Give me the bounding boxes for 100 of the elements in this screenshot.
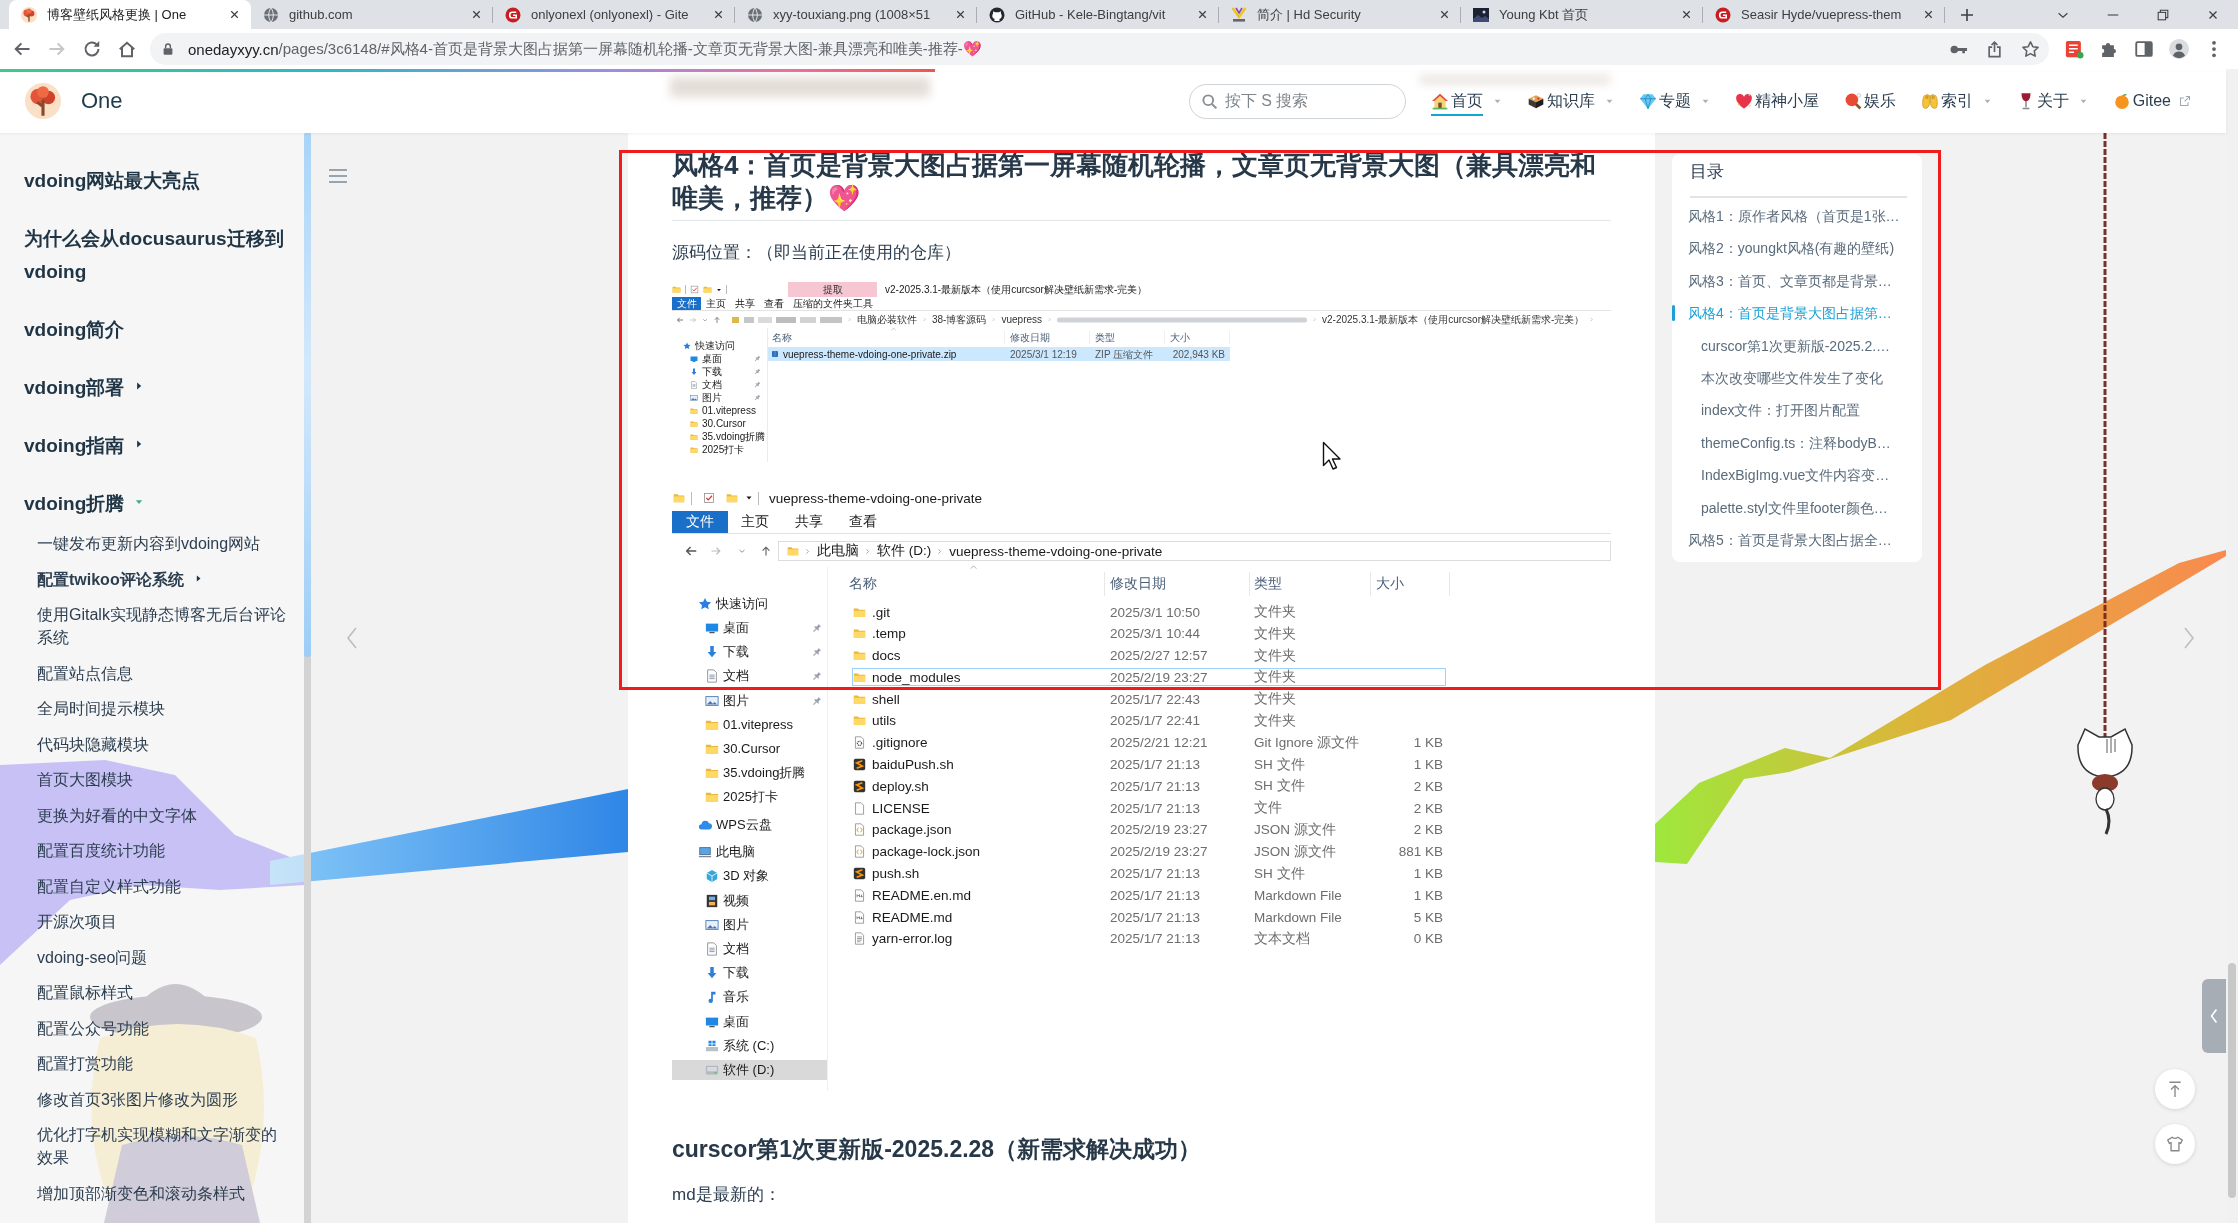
ribbon-tab[interactable]: 压缩的文件夹工具 bbox=[788, 297, 877, 310]
sidebar-link[interactable]: 优化打字机实现模糊和文字渐变的效果 bbox=[37, 1117, 287, 1176]
sidebar-link[interactable]: vdoing指南 bbox=[24, 416, 300, 474]
sidebar-link[interactable]: 开源次项目 bbox=[37, 904, 287, 940]
file-row[interactable]: push.sh 2025/1/7 21:13 SH 文件 1 KB bbox=[852, 864, 1446, 883]
close-icon[interactable] bbox=[1680, 8, 1693, 21]
nav-item[interactable]: 系统 (C:) bbox=[672, 1035, 827, 1056]
sidebar-link[interactable]: vdoing-seo问题 bbox=[37, 939, 287, 975]
browser-tab[interactable]: onlyonexl (onlyonexl) - Gite bbox=[493, 0, 735, 29]
browser-tab[interactable]: github.com bbox=[251, 0, 493, 29]
nav-link[interactable]: 知识库 bbox=[1526, 86, 1614, 116]
sidebar-link[interactable]: 代码块隐藏模块 bbox=[37, 726, 287, 762]
profile-icon[interactable] bbox=[2169, 39, 2189, 59]
bookmark-star-icon[interactable] bbox=[2021, 39, 2040, 59]
file-row[interactable]: README.md 2025/1/7 21:13 Markdown File 5 KB bbox=[852, 908, 1446, 927]
nav-item[interactable]: 35.vdoing折腾 bbox=[672, 430, 767, 443]
plus-icon[interactable] bbox=[1959, 7, 1975, 23]
file-row[interactable]: .temp 2025/3/1 10:44 文件夹 bbox=[852, 624, 1446, 643]
ribbon-tab[interactable]: 主页 bbox=[701, 297, 730, 310]
toc-link[interactable]: 风格5：首页是背景大图占据全… bbox=[1672, 524, 1907, 557]
toc-link[interactable]: 风格1：原作者风格（首页是1张… bbox=[1672, 200, 1907, 233]
context-tab[interactable]: 提取 bbox=[788, 282, 877, 297]
column-header[interactable]: 类型 bbox=[1254, 575, 1282, 593]
nav-item[interactable]: 30.Cursor bbox=[672, 417, 767, 430]
ribbon-tab[interactable]: 查看 bbox=[759, 297, 788, 310]
nav-item[interactable]: 桌面 bbox=[672, 618, 827, 638]
breadcrumb[interactable]: vuepress-theme-vdoing-one-private bbox=[949, 543, 1163, 559]
sidebar-link[interactable]: 配置自定义样式功能 bbox=[37, 868, 287, 904]
toc-link[interactable]: 风格2：youngkt风格(有趣的壁纸) bbox=[1672, 232, 1907, 265]
toc-link[interactable]: IndexBigImg.vue文件内容变… bbox=[1672, 459, 1907, 492]
nav-item[interactable]: 快速访问 bbox=[672, 339, 767, 352]
browser-tab[interactable]: 博客壁纸风格更换 | One bbox=[9, 0, 251, 29]
breadcrumb[interactable]: 38-博客源码 bbox=[932, 313, 987, 326]
sidebar-link[interactable]: 配置站点信息 bbox=[37, 655, 287, 691]
file-row[interactable]: .gitignore 2025/2/21 12:21 Git Ignore 源文件 1 KB bbox=[852, 733, 1446, 752]
path-field[interactable]: 此电脑 软件 (D:) vuepress-theme-vdoing-one-private bbox=[778, 541, 1611, 561]
nav-item[interactable]: 图片 bbox=[672, 914, 827, 935]
nav-item[interactable]: 文档 bbox=[672, 939, 827, 960]
nav-item[interactable]: 视频 bbox=[672, 890, 827, 911]
panel-toggle-button[interactable] bbox=[2202, 979, 2226, 1053]
ribbon-tab[interactable]: 查看 bbox=[836, 511, 890, 533]
sidebar-link[interactable]: 使用Gitalk实现静态博客无后台评论系统 bbox=[37, 597, 287, 656]
scrollbar-thumb[interactable] bbox=[304, 133, 311, 657]
nav-item[interactable]: 2025打卡 bbox=[672, 443, 767, 456]
back-arrow-icon[interactable] bbox=[684, 544, 698, 558]
nav-link[interactable]: 精神小屋 bbox=[1734, 86, 1819, 116]
home-icon[interactable] bbox=[117, 39, 137, 59]
column-header[interactable]: 名称 bbox=[849, 575, 877, 593]
file-row[interactable]: package-lock.json 2025/2/19 23:27 JSON 源文件 881 KB bbox=[852, 842, 1446, 861]
breadcrumb[interactable]: v2-2025.3.1-最新版本（使用curcsor解决壁纸新需求-完美） bbox=[1322, 313, 1585, 326]
ribbon-tab[interactable]: 文件 bbox=[672, 511, 728, 533]
note-extension-icon[interactable] bbox=[2064, 39, 2084, 59]
file-row[interactable]: node_modules 2025/2/19 23:27 文件夹 bbox=[852, 668, 1446, 687]
ribbon-tab[interactable]: 文件 bbox=[672, 297, 701, 310]
close-icon[interactable] bbox=[1438, 8, 1451, 21]
file-row[interactable]: package.json 2025/2/19 23:27 JSON 源文件 2 KB bbox=[852, 820, 1446, 839]
nav-item[interactable]: 01.vitepress bbox=[672, 404, 767, 417]
nav-item[interactable]: 桌面 bbox=[672, 352, 767, 365]
share-icon[interactable] bbox=[1985, 39, 2004, 59]
breadcrumb[interactable]: 软件 (D:) bbox=[877, 542, 932, 560]
back-arrow-icon[interactable] bbox=[676, 315, 684, 324]
toc-link[interactable]: index文件：打开图片配置 bbox=[1672, 394, 1907, 427]
file-row[interactable]: yarn-error.log 2025/1/7 21:13 文本文档 0 KB bbox=[852, 929, 1446, 948]
browser-tab[interactable]: xyy-touxiang.png (1008×51 bbox=[735, 0, 977, 29]
restore-icon[interactable] bbox=[2156, 7, 2170, 22]
browser-tab[interactable]: GitHub - Kele-Bingtang/vit bbox=[977, 0, 1219, 29]
breadcrumb[interactable]: 此电脑 bbox=[817, 542, 859, 560]
sidebar-link[interactable]: vdoing网站最大亮点 bbox=[24, 151, 300, 209]
column-header[interactable]: 名称 bbox=[772, 331, 792, 343]
file-row[interactable]: deploy.sh 2025/1/7 21:13 SH 文件 2 KB bbox=[852, 777, 1446, 796]
nav-item[interactable]: 文档 bbox=[672, 378, 767, 391]
sidebar-link[interactable]: 配置鼠标样式 bbox=[37, 975, 287, 1011]
ribbon-tab[interactable]: 主页 bbox=[728, 511, 782, 533]
file-row[interactable]: baiduPush.sh 2025/1/7 21:13 SH 文件 1 KB bbox=[852, 755, 1446, 774]
file-row[interactable]: LICENSE 2025/1/7 21:13 文件 2 KB bbox=[852, 799, 1446, 818]
nav-item[interactable]: 下载 bbox=[672, 365, 767, 378]
up-arrow-icon[interactable] bbox=[760, 545, 772, 557]
nav-item[interactable]: 软件 (D:) bbox=[672, 1060, 827, 1080]
toc-link[interactable]: curscor第1次更新版-2025.2.… bbox=[1672, 329, 1907, 363]
sidebar-link[interactable]: 更换为好看的中文字体 bbox=[37, 797, 287, 833]
nav-item[interactable]: 3D 对象 bbox=[672, 866, 827, 887]
scrollbar-thumb[interactable] bbox=[2228, 963, 2236, 1198]
nav-item[interactable]: 下载 bbox=[672, 642, 827, 663]
toc-link[interactable]: themeConfig.ts：注释bodyB… bbox=[1672, 426, 1907, 460]
site-name[interactable]: One bbox=[81, 88, 123, 114]
nav-link[interactable]: 专题 bbox=[1638, 86, 1710, 116]
toc-link[interactable]: palette.styl文件里footer颜色… bbox=[1672, 491, 1907, 525]
column-header[interactable]: 大小 bbox=[1376, 575, 1404, 593]
sidebar-link[interactable]: 配置打赏功能 bbox=[37, 1046, 287, 1082]
browser-tab[interactable]: 简介 | Hd Security bbox=[1219, 0, 1461, 29]
file-row[interactable]: utils 2025/1/7 22:41 文件夹 bbox=[852, 712, 1446, 730]
nav-item[interactable]: 01.vitepress bbox=[672, 714, 827, 735]
nav-item[interactable]: 快速访问 bbox=[672, 593, 827, 614]
tree-logo-icon[interactable] bbox=[25, 83, 61, 119]
close-icon[interactable] bbox=[954, 8, 967, 21]
file-row[interactable]: docs 2025/2/27 12:57 文件夹 bbox=[852, 646, 1446, 665]
nav-item[interactable]: 图片 bbox=[672, 690, 827, 711]
browser-tab[interactable]: Seasir Hyde/vuepress-them bbox=[1703, 0, 1945, 29]
close-icon[interactable] bbox=[1922, 8, 1935, 21]
nav-item[interactable]: WPS云盘 bbox=[672, 814, 827, 835]
